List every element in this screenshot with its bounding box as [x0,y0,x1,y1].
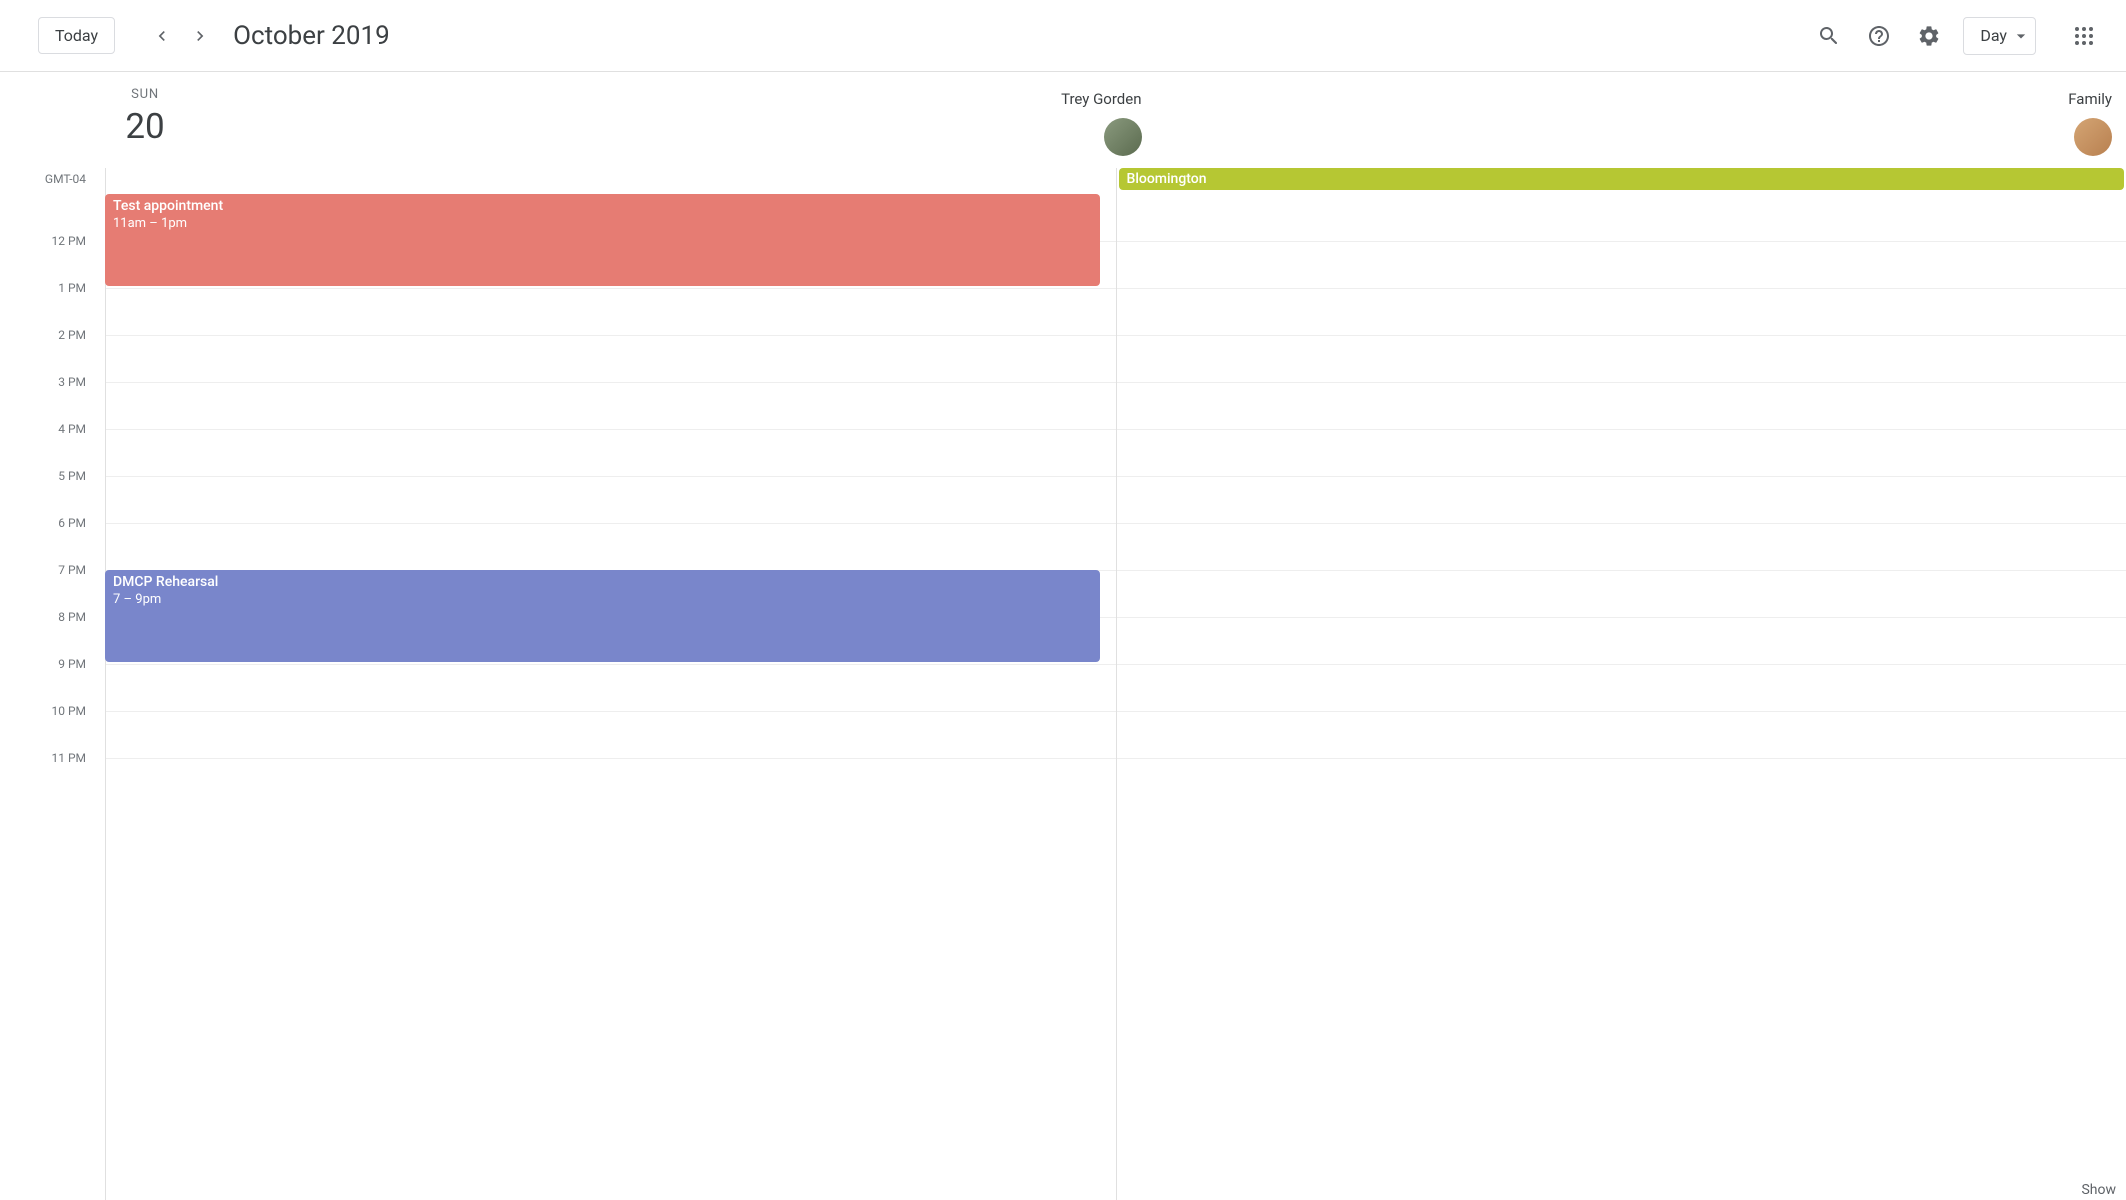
show-link[interactable]: Show [2081,1182,2116,1198]
previous-day-button[interactable] [143,17,181,55]
event-title: Test appointment [113,198,1092,214]
time-label: 4 PM [58,422,86,436]
search-icon [1817,24,1841,48]
view-label: Day [1980,26,2007,45]
all-day-col-1[interactable]: Bloomington [1116,168,2126,194]
event-time: 11am – 1pm [113,216,1092,231]
time-label: 10 PM [51,704,86,718]
person-name-0: Trey Gorden [1061,90,1141,108]
settings-button[interactable] [1907,14,1951,58]
all-day-row[interactable]: Bloomington [105,168,2126,194]
apps-icon [2072,24,2096,48]
month-title: October 2019 [233,21,390,51]
time-label: 5 PM [58,469,86,483]
column-divider [1116,194,1117,1200]
dropdown-icon [2011,26,2031,46]
person-header-1: Family [1156,72,2126,172]
calendar-event[interactable]: DMCP Rehearsal 7 – 9pm [105,570,1100,662]
time-label: 3 PM [58,375,86,389]
event-time: 7 – 9pm [113,592,1092,607]
calendar-grid[interactable]: Test appointment 11am – 1pm DMCP Rehearsal… [105,194,2126,1200]
timezone-label: GMT-04 [0,172,90,186]
search-button[interactable] [1807,14,1851,58]
event-title: DMCP Rehearsal [113,574,1092,590]
chevron-right-icon [190,26,210,46]
day-label[interactable]: SUN 20 [105,72,185,172]
column-divider [105,194,106,1200]
time-label: 7 PM [58,563,86,577]
next-day-button[interactable] [181,17,219,55]
all-day-event[interactable]: Bloomington [1119,168,2125,190]
calendar-event[interactable]: Test appointment 11am – 1pm [105,194,1100,286]
avatar-1[interactable] [2074,118,2112,156]
persons-header: SUN 20 Trey Gorden Family [105,72,2126,172]
day-of-week: SUN [105,87,185,102]
chevron-left-icon [152,26,172,46]
nav-arrows [143,17,219,55]
time-label: 2 PM [58,328,86,342]
person-header-0: Trey Gorden [185,72,1156,172]
view-selector[interactable]: Day [1963,17,2036,55]
help-icon [1867,24,1891,48]
time-label: 11 PM [51,751,86,765]
calendar-body: SUN 20 Trey Gorden Family GMT-04 Bloomin… [0,72,2126,1200]
time-label: 12 PM [51,234,86,248]
header-icons: Day [1807,14,2106,58]
time-label: 6 PM [58,516,86,530]
time-label: 1 PM [58,281,86,295]
person-name-1: Family [2068,90,2112,108]
grid-container: 12 PM 1 PM 2 PM 3 PM 4 PM 5 PM 6 PM 7 PM 8 PM 9 P… [0,194,2126,1200]
today-button[interactable]: Today [38,17,115,54]
day-number: 20 [105,106,185,147]
time-label: 9 PM [58,657,86,671]
all-day-col-0[interactable] [105,168,1116,194]
header: Today October 2019 Day [0,0,2126,72]
help-button[interactable] [1857,14,1901,58]
time-label: 8 PM [58,610,86,624]
apps-button[interactable] [2062,14,2106,58]
gear-icon [1917,24,1941,48]
avatar-0[interactable] [1104,118,1142,156]
